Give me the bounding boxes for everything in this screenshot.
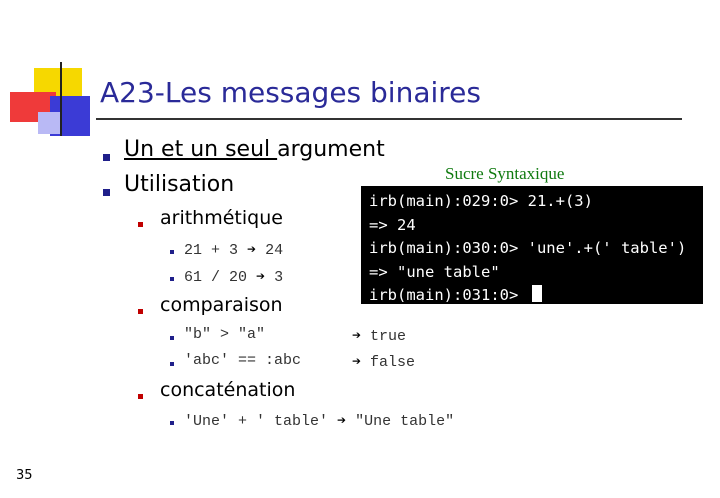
bullet-argument-underlined: Un et un seul: [124, 137, 278, 162]
bullet-marker: [170, 336, 174, 340]
title-rule: [96, 118, 682, 120]
bullet-argument-rest: argument: [277, 137, 385, 162]
terminal-line: irb(main):029:0> 21.+(3): [369, 192, 593, 210]
page-number: 35: [16, 468, 33, 483]
code-line-comp-2: 'abc' == :abc: [184, 352, 301, 369]
bullet-marker: [138, 222, 143, 227]
logo-vertical-line: [60, 62, 62, 136]
bullet-marker: [170, 421, 174, 425]
comp-2-result: false: [370, 354, 416, 371]
bullet-marker: [170, 277, 174, 281]
comp-1-expr: "b" > "a": [184, 326, 266, 343]
bullet-marker: [138, 309, 143, 314]
arrow-icon: ➔: [352, 328, 362, 345]
arrow-icon: ➔: [337, 413, 347, 430]
arrow-icon: ➔: [256, 269, 266, 286]
terminal-prompt-line: irb(main):031:0>: [369, 284, 695, 304]
code-line-comp-1-result: ➔ true: [352, 326, 406, 345]
bullet-comparaison: comparaison: [160, 294, 283, 316]
terminal-line: irb(main):030:0> 'une'.+(' table'): [369, 239, 687, 258]
bullet-concatenation: concaténation: [160, 379, 296, 401]
arith-2-expr: 61 / 20: [184, 269, 248, 286]
annotation-sucre-syntaxique: Sucre Syntaxique: [445, 164, 565, 183]
code-line-arith-2: 61 / 20 ➔ 3: [184, 267, 283, 286]
code-line-concat-1: 'Une' + ' table' ➔ "Une table": [184, 411, 454, 430]
arrow-icon: ➔: [352, 354, 362, 371]
terminal-prompt: irb(main):031:0>: [369, 286, 528, 304]
arith-1-expr: 21 + 3: [184, 242, 239, 259]
arith-1-result: 24: [265, 242, 284, 259]
code-line-arith-1: 21 + 3 ➔ 24: [184, 240, 283, 259]
bullet-argument: Un et un seul argument: [124, 137, 385, 162]
comp-2-expr: 'abc' == :abc: [184, 352, 302, 369]
logo-lightblue-square: [38, 112, 62, 134]
irb-terminal: irb(main):029:0> 21.+(3) => 24 irb(main):0…: [361, 186, 703, 304]
terminal-cursor: [531, 285, 542, 303]
concat-1-result: "Une table": [355, 413, 455, 430]
terminal-line: => "une table": [369, 262, 500, 281]
bullet-marker: [170, 250, 174, 254]
concat-1-expr: 'Une' + ' table': [184, 413, 329, 430]
slide-title: A23-Les messages binaires: [100, 76, 481, 109]
comp-1-result: true: [370, 328, 407, 345]
bullet-arithmetique: arithmétique: [160, 207, 283, 229]
arrow-icon: ➔: [247, 242, 257, 259]
code-line-comp-1: "b" > "a": [184, 326, 265, 343]
arith-2-result: 3: [274, 269, 284, 286]
code-line-comp-2-result: ➔ false: [352, 352, 415, 371]
bullet-marker: [103, 154, 110, 161]
terminal-line: => 24: [369, 215, 416, 234]
bullet-marker: [103, 189, 110, 196]
bullet-marker: [170, 362, 174, 366]
bullet-marker: [138, 394, 143, 399]
bullet-utilisation: Utilisation: [124, 172, 235, 197]
